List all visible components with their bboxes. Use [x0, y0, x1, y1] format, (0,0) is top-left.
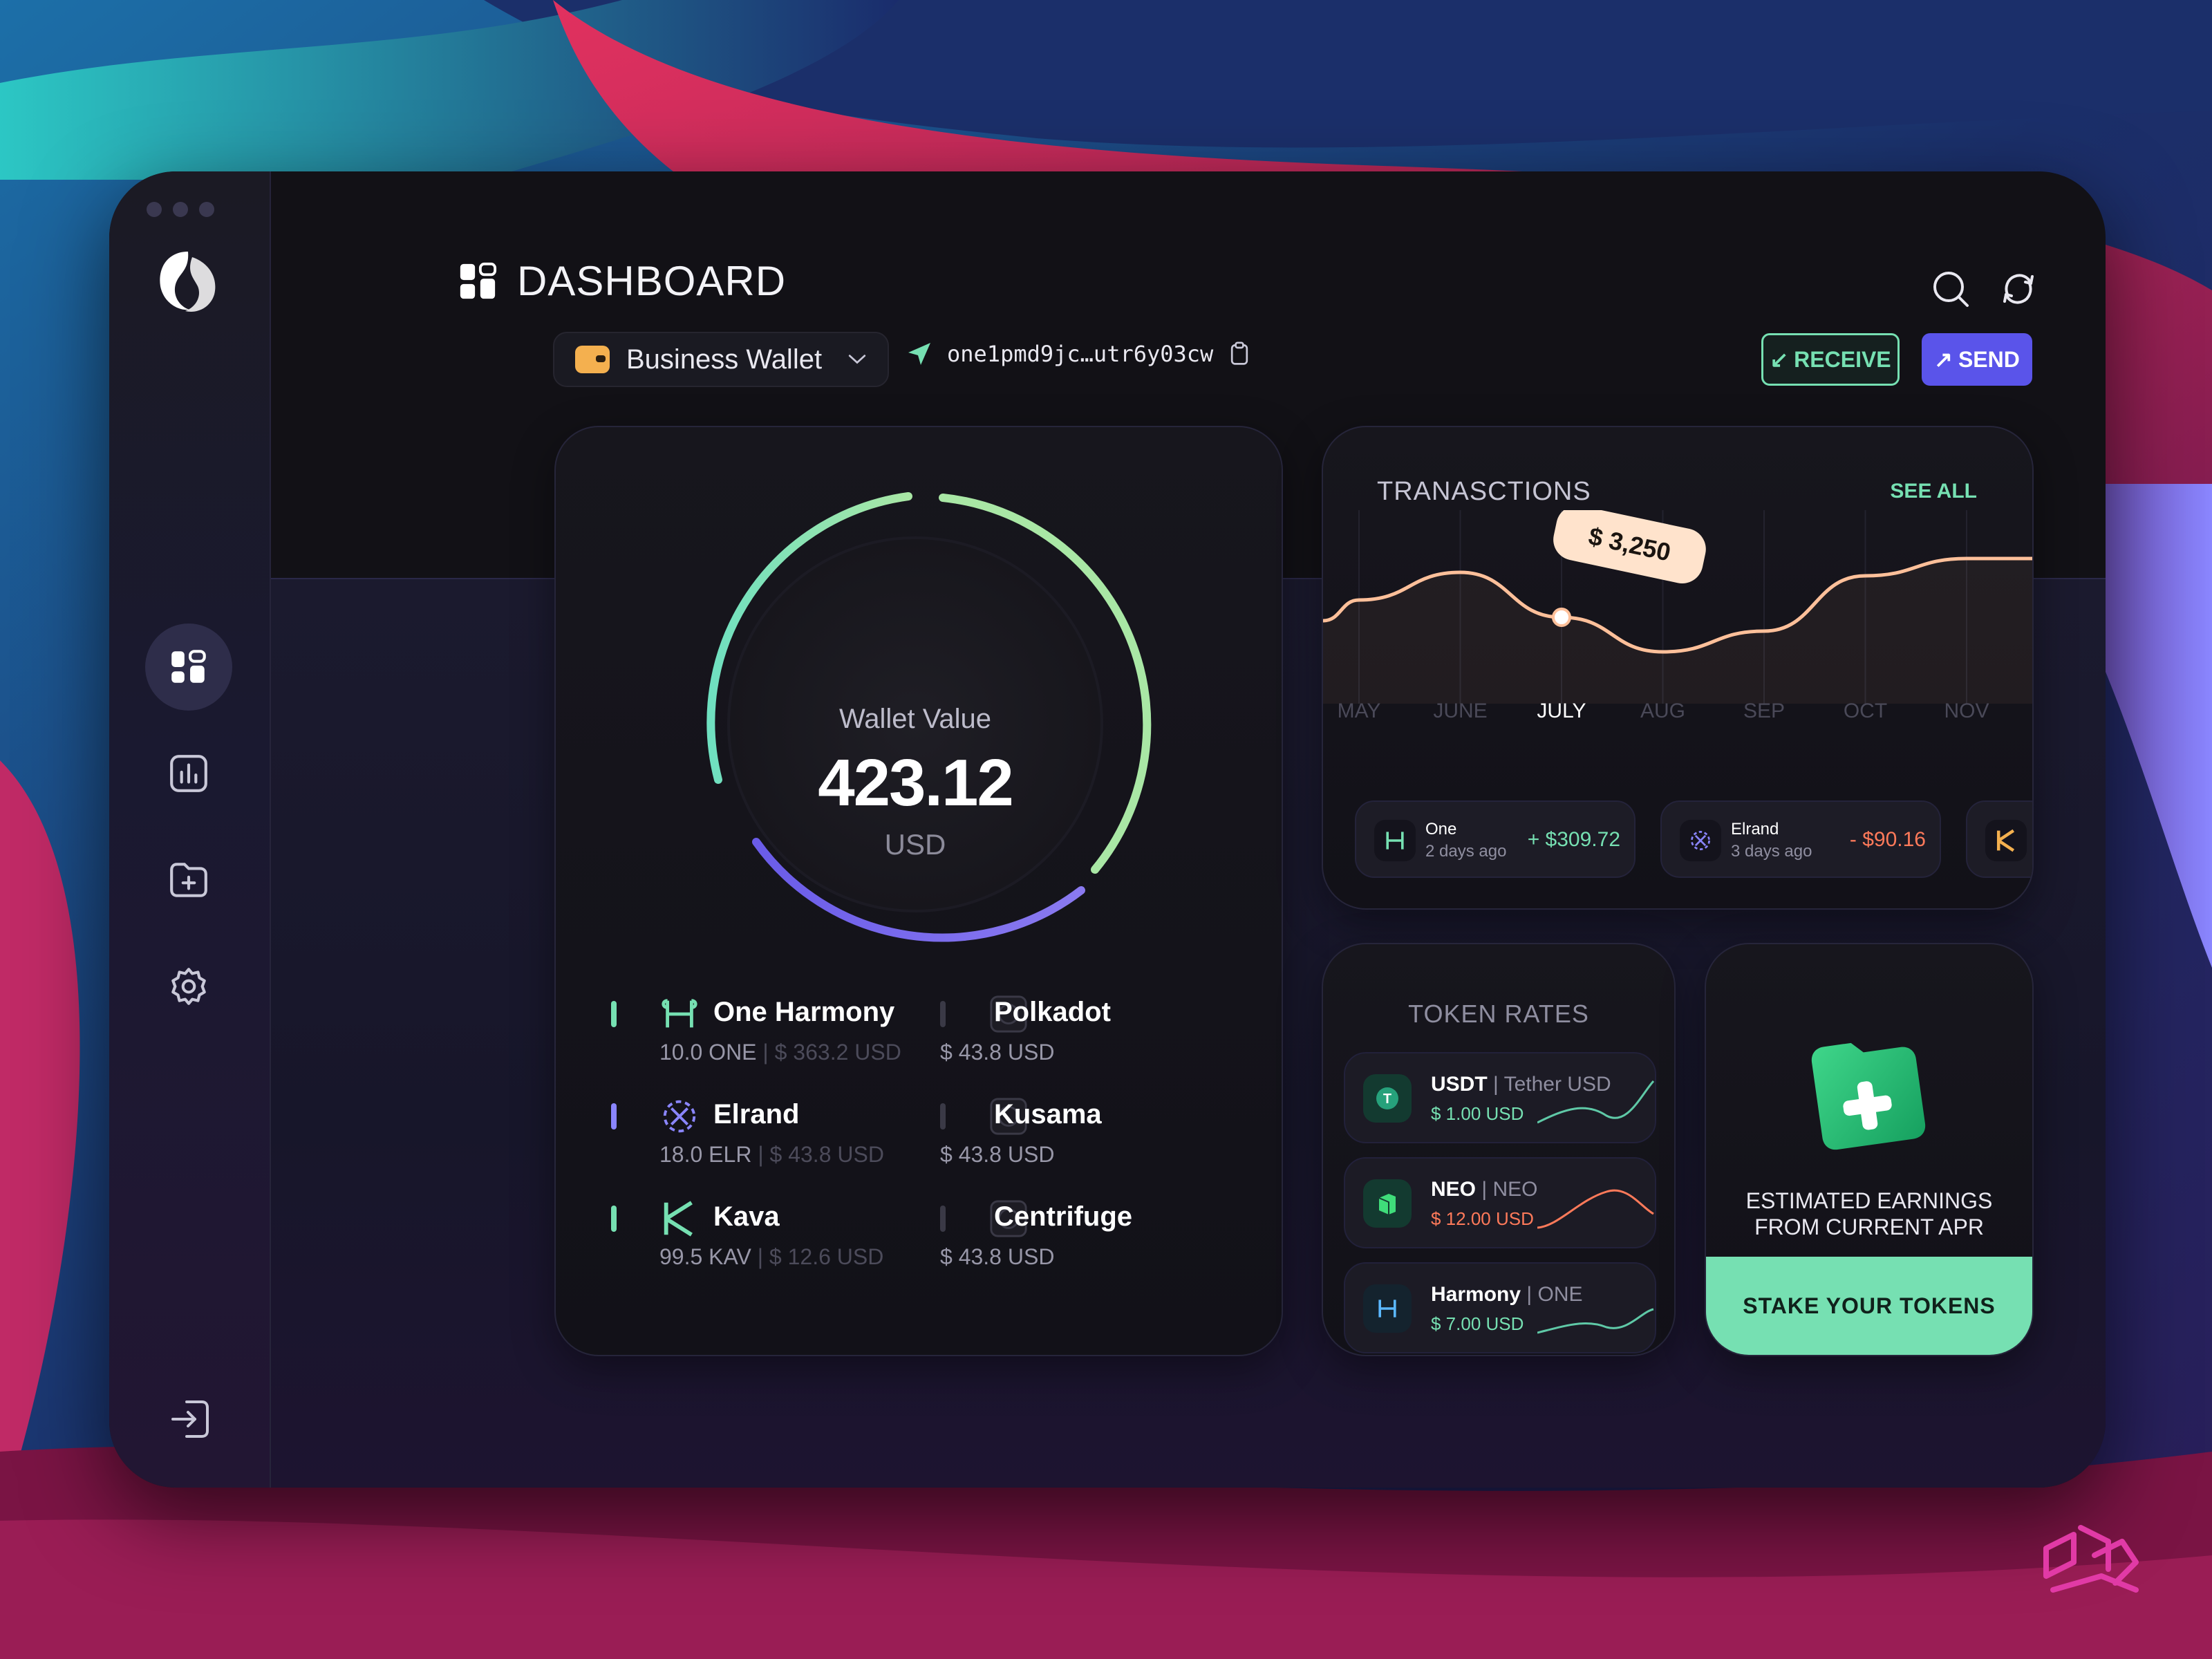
dashboard-title-icon: [460, 262, 497, 299]
send-arrow-icon: [908, 343, 930, 365]
svg-text:T: T: [1383, 1091, 1391, 1107]
transactions-title: TRANASCTIONS: [1377, 477, 1591, 506]
transaction-list: One 2 days ago + $309.72 Elrand 3 days a…: [1355, 800, 2032, 883]
transaction-item[interactable]: Elrand 3 days ago - $90.16: [1660, 800, 1941, 878]
sidebar: [109, 171, 271, 1488]
token-rates-title: TOKEN RATES: [1408, 1000, 1589, 1028]
copy-icon[interactable]: [1227, 340, 1252, 368]
asset-bar: [611, 1103, 617, 1130]
x-tick-label[interactable]: JULY: [1537, 700, 1586, 722]
chart-tooltip: $ 3,250: [1553, 510, 1706, 583]
data-point[interactable]: [1552, 608, 1571, 627]
trend-up-sparkline: [1537, 1080, 1655, 1124]
transactions-card: TRANASCTIONS SEE ALL MAY JUNE JULY AUG SEP OC…: [1322, 426, 2034, 910]
asset-bar: [940, 1001, 946, 1027]
harmony-icon: [662, 999, 697, 1028]
separator: |: [757, 1244, 769, 1269]
top-actions: [1930, 268, 2039, 310]
stake-card: ESTIMATED EARNINGS FROM CURRENT APR STAK…: [1705, 943, 2034, 1356]
signature-logo: [2043, 1525, 2139, 1593]
transaction-item[interactable]: [1966, 800, 2032, 878]
asset-item[interactable]: Elrand 18.0 ELR | $ 43.8 USD: [611, 1096, 929, 1179]
token-rate-item[interactable]: NEO | NEO $ 12.00 USD: [1344, 1157, 1656, 1248]
x-tick-label[interactable]: MAY: [1338, 700, 1381, 722]
asset-item[interactable]: Kava 99.5 KAV | $ 12.6 USD: [611, 1199, 929, 1282]
wallet-value-unit: USD: [884, 828, 946, 861]
app-logo-icon: [160, 252, 216, 312]
x-tick-label[interactable]: NOV: [1944, 700, 1989, 722]
send-arrow-up-icon: ↗: [1934, 347, 1953, 372]
wallet-name: Business Wallet: [626, 344, 823, 375]
trend-down-sparkline: [1537, 1189, 1654, 1229]
stake-tokens-button[interactable]: STAKE YOUR TOKENS: [1706, 1257, 2032, 1355]
wallet-value-gauge: Wallet Value 423.12 USD: [673, 482, 1157, 966]
separator: |: [1487, 1073, 1504, 1096]
kava-icon: [1985, 820, 2027, 861]
refresh-icon[interactable]: [1998, 268, 2039, 310]
kava-icon: [664, 1201, 693, 1237]
receive-button[interactable]: ↙ RECEIVE: [1761, 333, 1900, 386]
nav-stats[interactable]: [145, 730, 232, 817]
asset-item[interactable]: Polkadot $ 43.8 USD: [940, 994, 1258, 1077]
logout-icon[interactable]: [166, 1395, 214, 1443]
separator: |: [762, 1040, 775, 1065]
folder-add-icon: [170, 863, 207, 897]
harmony-icon: [1363, 1284, 1412, 1333]
wallet-address: one1pmd9jc…utr6y03cw: [906, 340, 1252, 368]
x-tick-label[interactable]: SEP: [1743, 700, 1785, 722]
send-button[interactable]: ↗ SEND: [1922, 333, 2032, 386]
page-title: DASHBOARD: [517, 258, 787, 304]
asset-bar: [611, 1001, 617, 1027]
token-rate-item[interactable]: Harmony | ONE $ 7.00 USD: [1344, 1262, 1656, 1353]
harmony-icon: [1374, 820, 1416, 861]
wallet-value-label: Wallet Value: [838, 704, 992, 734]
x-tick-label[interactable]: AUG: [1640, 700, 1685, 722]
wallet-icon: [575, 346, 610, 373]
wallet-dropdown[interactable]: Business Wallet: [553, 332, 889, 387]
token-rate-item[interactable]: T USDT | Tether USD $ 1.00 USD: [1344, 1052, 1656, 1143]
wallet-card: Wallet Value 423.12 USD One Harmony 10.0…: [554, 426, 1283, 1356]
usdt-icon: T: [1363, 1074, 1412, 1123]
folder-plus-icon: [1811, 1042, 1926, 1150]
asset-list: One Harmony 10.0 ONE | $ 363.2 USD Polka…: [611, 994, 1233, 1312]
asset-item[interactable]: Kusama $ 43.8 USD: [940, 1096, 1258, 1179]
main-content: DASHBOARD Business Wallet one1pmd9jc…utr…: [271, 171, 2106, 1488]
x-tick-label[interactable]: OCT: [1844, 700, 1887, 722]
transaction-item[interactable]: One 2 days ago + $309.72: [1355, 800, 1635, 878]
nav-add-folder[interactable]: [145, 836, 232, 924]
page-header: DASHBOARD: [458, 257, 786, 305]
stake-description: ESTIMATED EARNINGS FROM CURRENT APR: [1745, 1188, 1993, 1239]
dashboard-icon: [171, 650, 206, 683]
app-window: DASHBOARD Business Wallet one1pmd9jc…utr…: [109, 171, 2106, 1488]
chevron-down-icon: [848, 355, 866, 364]
asset-bar: [940, 1103, 946, 1130]
separator: |: [758, 1142, 770, 1167]
elrond-icon: [1680, 820, 1721, 861]
neo-icon: [1363, 1179, 1412, 1228]
search-icon[interactable]: [1930, 268, 1971, 310]
asset-bar: [611, 1206, 617, 1232]
asset-item[interactable]: Centrifuge $ 43.8 USD: [940, 1199, 1258, 1282]
trend-up-sparkline: [1537, 1308, 1654, 1334]
chart-icon: [170, 755, 207, 792]
nav-settings[interactable]: [145, 943, 232, 1030]
transactions-chart: MAY JUNE JULY AUG SEP OCT NOV $ 3,250: [1323, 510, 2032, 722]
nav-dashboard[interactable]: [145, 624, 232, 711]
asset-item[interactable]: One Harmony 10.0 ONE | $ 363.2 USD: [611, 994, 929, 1077]
receive-arrow-icon: ↙: [1770, 347, 1789, 372]
window-controls[interactable]: [147, 202, 214, 217]
wallet-value-amount: 423.12: [818, 746, 1014, 820]
separator: |: [1476, 1178, 1493, 1201]
separator: |: [1521, 1283, 1538, 1306]
gear-icon: [171, 968, 206, 1005]
token-rates-card: TOKEN RATES T USDT | Tether USD $ 1.00 U…: [1322, 943, 1676, 1356]
x-tick-label[interactable]: JUNE: [1433, 700, 1487, 722]
see-all-link[interactable]: SEE ALL: [1890, 480, 1977, 503]
address-text: one1pmd9jc…utr6y03cw: [947, 341, 1214, 367]
asset-bar: [940, 1206, 946, 1232]
elrond-icon: [663, 1100, 696, 1133]
